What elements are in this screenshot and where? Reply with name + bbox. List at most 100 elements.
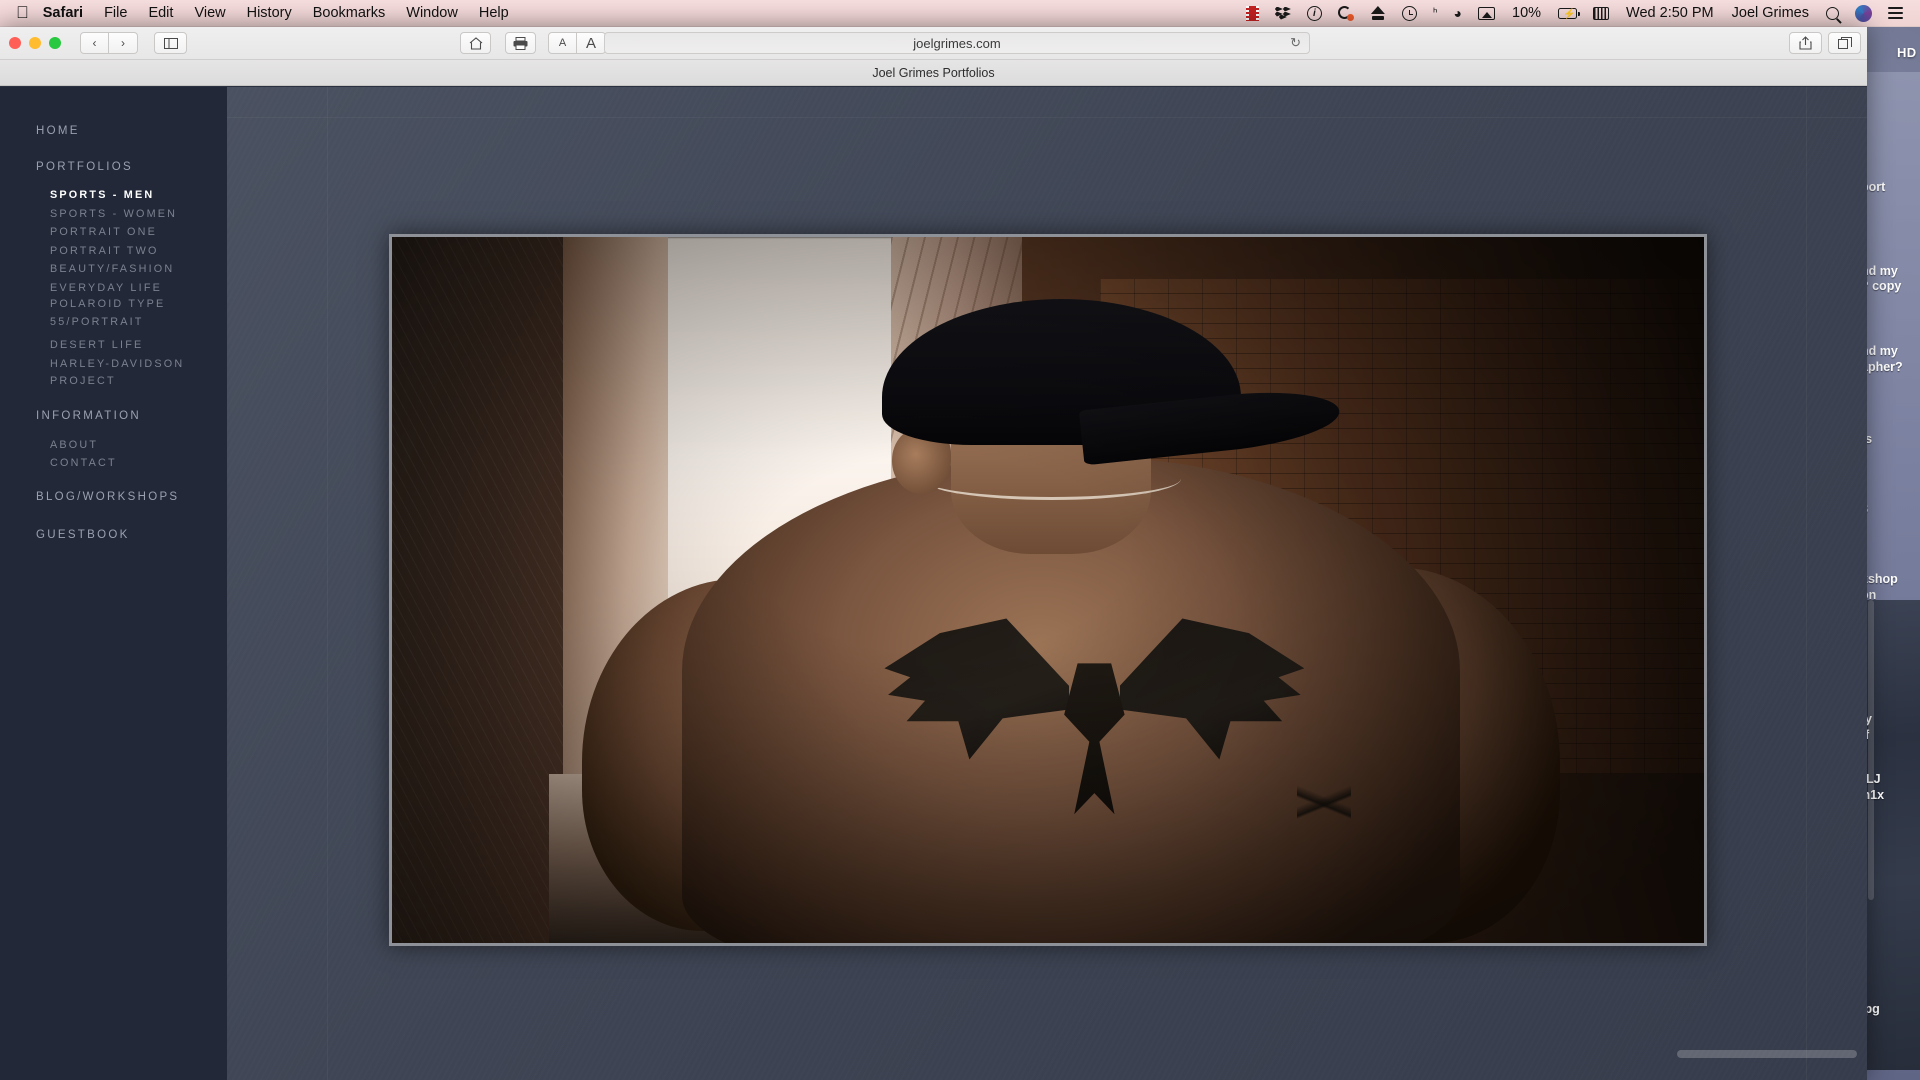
sidebar-toggle-icon[interactable] <box>154 32 187 54</box>
menu-bar-user-name[interactable]: Joel Grimes <box>1723 5 1818 21</box>
sidebar-item-portrait-two[interactable]: PORTRAIT TWO <box>0 242 227 261</box>
sidebar-item-desert-life[interactable]: DESERT LIFE <box>0 336 227 355</box>
gallery-photo[interactable] <box>389 234 1707 946</box>
print-icon[interactable] <box>505 32 536 54</box>
sidebar-item-polaroid-line2[interactable]: 55/PORTRAIT <box>0 315 227 333</box>
menu-item-edit[interactable]: Edit <box>148 5 173 21</box>
menu-item-view[interactable]: View <box>194 5 225 21</box>
nav-buttons[interactable]: ‹ › <box>80 32 138 54</box>
sidebar-item-polaroid-line1[interactable]: POLAROID TYPE <box>0 297 227 315</box>
back-button[interactable]: ‹ <box>80 32 109 54</box>
site-sidebar-nav: HOME PORTFOLIOS SPORTS - MEN SPORTS - WO… <box>0 87 227 1080</box>
siri-icon[interactable] <box>1847 0 1880 27</box>
film-strip-icon[interactable] <box>1238 0 1267 27</box>
menu-bar-status-area: i ᑋ ◕ 10% ⚡ Wed 2:50 PM Joel Grimes <box>1238 0 1920 27</box>
share-glyph <box>1799 36 1812 50</box>
zoom-button[interactable] <box>49 37 61 49</box>
sidebar-item-beauty-fashion[interactable]: BEAUTY/FASHION <box>0 260 227 279</box>
webpage-content: HOME PORTFOLIOS SPORTS - MEN SPORTS - WO… <box>0 87 1867 1080</box>
sidebar-item-home[interactable]: HOME <box>0 125 227 137</box>
sidebar-item-portrait-one[interactable]: PORTRAIT ONE <box>0 223 227 242</box>
sidebar-item-guestbook[interactable]: GUESTBOOK <box>0 529 227 541</box>
text-size-buttons[interactable]: A A <box>548 32 606 54</box>
time-machine-icon[interactable] <box>1362 0 1394 27</box>
tabs-glyph <box>1837 36 1852 49</box>
bg-photo-thumb <box>1867 600 1920 1070</box>
bg-text-line: kshop <box>1867 572 1898 586</box>
address-bar[interactable]: joelgrimes.com ↻ <box>604 32 1310 54</box>
bg-text-line: 8 <box>1867 502 1868 516</box>
photo-vignette <box>392 237 1704 943</box>
bg-text-line: ts <box>1867 432 1873 446</box>
safari-tab-bar[interactable]: Joel Grimes Portfolios <box>0 60 1867 86</box>
page-scrollbar[interactable] <box>1677 1050 1857 1058</box>
apple-logo-icon[interactable]:  <box>16 4 29 21</box>
airplay-icon[interactable] <box>1470 0 1503 27</box>
background-window[interactable]: port nd my ? copy nd my apher? ts 8 ksho… <box>1867 72 1920 1080</box>
sidebar-item-harley-line2[interactable]: PROJECT <box>0 374 227 392</box>
url-text: joelgrimes.com <box>913 35 1001 51</box>
dropbox-icon[interactable] <box>1267 0 1299 27</box>
sidebar-item-harley-line1[interactable]: HARLEY-DAVIDSON <box>0 357 227 375</box>
battery-icon[interactable]: ⚡ <box>1550 0 1585 27</box>
tab-overview-icon[interactable] <box>1828 32 1861 54</box>
menu-item-window[interactable]: Window <box>406 5 458 21</box>
menu-item-help[interactable]: Help <box>479 5 509 21</box>
text-larger-button[interactable]: A <box>577 32 606 54</box>
bg-hd-label: HD <box>1897 45 1917 60</box>
bg-scrollbar[interactable] <box>1868 600 1874 900</box>
sidebar-item-contact[interactable]: CONTACT <box>0 454 227 473</box>
menu-item-safari[interactable]: Safari <box>43 5 83 21</box>
print-glyph <box>513 36 528 50</box>
spotlight-search-icon[interactable] <box>1818 0 1847 27</box>
sidebar-item-sports-men[interactable]: SPORTS - MEN <box>0 186 227 205</box>
bluetooth-icon[interactable]: ᑋ <box>1425 0 1446 27</box>
keyboard-input-icon[interactable] <box>1585 0 1617 27</box>
creative-cloud-icon[interactable] <box>1330 0 1362 27</box>
sidebar-item-blog-workshops[interactable]: BLOG/WORKSHOPS <box>0 491 227 503</box>
control-center-icon[interactable] <box>1880 0 1911 27</box>
sidebar-glyph <box>163 37 178 49</box>
gallery-main-area <box>227 87 1867 1080</box>
safari-window: ‹ › A A joelgrimes.com ↻ Joel Grimes Por… <box>0 27 1867 1080</box>
bg-text-line: port <box>1867 180 1886 194</box>
menu-item-history[interactable]: History <box>247 5 292 21</box>
sidebar-item-sports-women[interactable]: SPORTS - WOMEN <box>0 205 227 224</box>
window-traffic-lights[interactable] <box>9 37 61 49</box>
photo-canvas <box>392 237 1704 943</box>
bg-text-line: nd my <box>1867 344 1898 358</box>
sidebar-item-portfolios[interactable]: PORTFOLIOS <box>0 161 227 173</box>
decor-line <box>327 87 328 1080</box>
tab-title[interactable]: Joel Grimes Portfolios <box>872 66 994 80</box>
decor-line <box>227 117 1867 118</box>
annotation-overlay-text: 这里 <box>898 1075 994 1080</box>
wifi-icon[interactable]: ◕ <box>1446 0 1470 27</box>
minimize-button[interactable] <box>29 37 41 49</box>
menu-bar-clock[interactable]: Wed 2:50 PM <box>1617 5 1723 21</box>
share-icon[interactable] <box>1789 32 1822 54</box>
sidebar-item-information[interactable]: INFORMATION <box>0 410 227 422</box>
forward-button[interactable]: › <box>109 32 138 54</box>
menu-item-bookmarks[interactable]: Bookmarks <box>313 5 386 21</box>
decor-line <box>1806 87 1807 1080</box>
home-icon[interactable] <box>460 32 491 54</box>
bg-text-line: ? copy <box>1867 279 1902 293</box>
sidebar-item-everyday-life[interactable]: EVERYDAY LIFE <box>0 279 227 298</box>
clock-history-icon[interactable] <box>1394 0 1425 27</box>
home-glyph <box>469 36 482 50</box>
bg-text-line: nd my <box>1867 264 1898 278</box>
reload-button[interactable]: ↻ <box>1290 35 1301 51</box>
text-smaller-button[interactable]: A <box>548 32 577 54</box>
macos-menu-bar:  Safari File Edit View History Bookmark… <box>0 0 1920 27</box>
menu-item-file[interactable]: File <box>104 5 127 21</box>
sidebar-item-about[interactable]: ABOUT <box>0 436 227 455</box>
info-circle-icon[interactable]: i <box>1299 0 1330 27</box>
close-button[interactable] <box>9 37 21 49</box>
battery-percent-label: 10% <box>1512 5 1542 21</box>
safari-toolbar: ‹ › A A joelgrimes.com ↻ <box>0 27 1867 60</box>
